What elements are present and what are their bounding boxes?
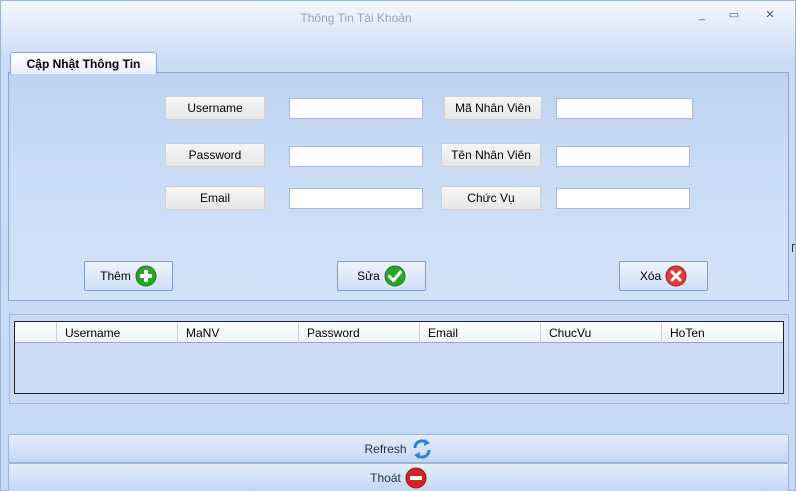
chucvu-label: Chức Vụ xyxy=(441,186,541,210)
email-label: Email xyxy=(165,186,265,210)
column-header[interactable]: Email xyxy=(419,322,540,343)
maximize-button[interactable]: ▭ xyxy=(723,7,745,23)
delete-button[interactable]: Xóa xyxy=(619,261,708,291)
column-header[interactable]: ChucVu xyxy=(540,322,661,343)
exit-button[interactable]: Thoát xyxy=(8,463,789,491)
plus-circle-icon xyxy=(135,265,157,287)
close-button[interactable]: ✕ xyxy=(759,7,781,23)
row-header-corner xyxy=(15,322,56,343)
check-circle-icon xyxy=(384,265,406,287)
password-label: Password xyxy=(165,143,265,167)
username-field[interactable] xyxy=(289,98,423,119)
column-header[interactable]: Password xyxy=(298,322,419,343)
edit-button[interactable]: Sửa xyxy=(337,261,426,291)
delete-button-label: Xóa xyxy=(639,269,662,283)
column-header[interactable]: HoTen xyxy=(661,322,783,343)
chucvu-field[interactable] xyxy=(556,188,690,209)
add-button[interactable]: Thêm xyxy=(84,261,173,291)
edit-button-label: Sửa xyxy=(357,269,380,283)
tennv-field[interactable] xyxy=(556,146,690,167)
tennv-label: Tên Nhân Viên xyxy=(441,143,541,167)
update-info-panel: Username Password Email Mã Nhân Viên Tên… xyxy=(8,72,789,301)
accounts-table[interactable]: Username MaNV Password Email ChucVu HoTe… xyxy=(14,321,784,394)
manv-field[interactable] xyxy=(556,98,693,119)
refresh-icon xyxy=(413,438,431,459)
exit-button-label: Thoát xyxy=(370,470,401,485)
no-entry-icon xyxy=(405,467,427,488)
column-header[interactable]: MaNV xyxy=(177,322,298,343)
add-button-label: Thêm xyxy=(100,269,131,283)
refresh-button[interactable]: Refresh xyxy=(8,434,789,463)
minimize-button[interactable]: _ xyxy=(691,7,713,23)
table-header: Username MaNV Password Email ChucVu HoTe… xyxy=(15,322,783,343)
account-info-window: Thông Tin Tài Khoản _ ▭ ✕ Cập Nhật Thông… xyxy=(0,0,796,491)
column-header[interactable]: Username xyxy=(56,322,177,343)
resize-grip xyxy=(792,244,795,252)
title-bar: Thông Tin Tài Khoản _ ▭ ✕ xyxy=(1,1,795,33)
x-circle-icon xyxy=(665,265,687,287)
email-field[interactable] xyxy=(289,188,423,209)
refresh-button-label: Refresh xyxy=(364,441,407,456)
window-title: Thông Tin Tài Khoản xyxy=(300,11,412,25)
username-label: Username xyxy=(165,96,265,120)
password-field[interactable] xyxy=(289,146,423,167)
tab-cap-nhat-thong-tin[interactable]: Cập Nhật Thông Tin xyxy=(10,52,157,74)
manv-label: Mã Nhân Viên xyxy=(444,96,542,120)
